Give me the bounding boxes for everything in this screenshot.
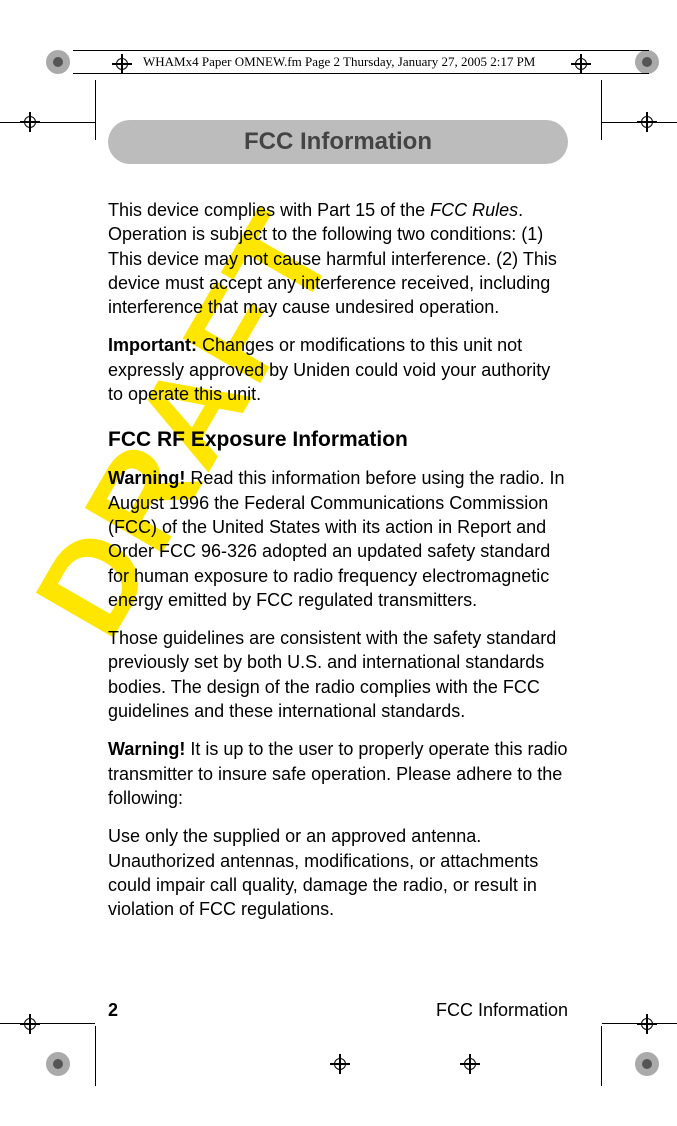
paragraph: This device complies with Part 15 of the… [108, 198, 568, 319]
document-header-strip: WHAMx4 Paper OMNEW.fm Page 2 Thursday, J… [73, 50, 649, 74]
page-content: FCC Information This device complies wit… [108, 120, 568, 921]
text-bold: Warning! [108, 739, 185, 759]
registration-mark-icon [637, 1014, 657, 1034]
registration-mark-icon [330, 1054, 350, 1074]
subsection-heading: FCC RF Exposure Information [108, 428, 568, 452]
paragraph: Warning! It is up to the user to properl… [108, 737, 568, 810]
crop-line-icon [0, 1023, 95, 1024]
header-strip-text: WHAMx4 Paper OMNEW.fm Page 2 Thursday, J… [143, 54, 535, 70]
crop-line-icon [601, 1026, 602, 1086]
crop-line-icon [95, 1026, 96, 1086]
registration-mark-icon [20, 1014, 40, 1034]
crop-line-icon [602, 1023, 677, 1024]
text: This device complies with Part 15 of the [108, 200, 430, 220]
footer-title: FCC Information [436, 1000, 568, 1021]
paragraph: Those guidelines are consistent with the… [108, 626, 568, 723]
paragraph: Use only the supplied or an approved ant… [108, 824, 568, 921]
text-bold: Important: [108, 335, 197, 355]
text: Read this information before using the r… [108, 468, 565, 609]
crop-dot-icon [46, 1052, 70, 1076]
paragraph: Important: Changes or modifications to t… [108, 333, 568, 406]
text-italic: FCC Rules [430, 200, 518, 220]
crop-line-icon [95, 80, 96, 140]
crop-dot-icon [46, 50, 70, 74]
page-footer: 2 FCC Information [108, 1000, 568, 1021]
paragraph: Warning! Read this information before us… [108, 466, 568, 612]
text-bold: Warning! [108, 468, 185, 488]
registration-mark-icon [460, 1054, 480, 1074]
page-number: 2 [108, 1000, 118, 1021]
section-title: FCC Information [244, 128, 432, 156]
crop-line-icon [601, 80, 602, 140]
section-title-pill: FCC Information [108, 120, 568, 164]
crop-line-icon [0, 122, 95, 123]
crop-line-icon [602, 122, 677, 123]
crop-dot-icon [635, 1052, 659, 1076]
